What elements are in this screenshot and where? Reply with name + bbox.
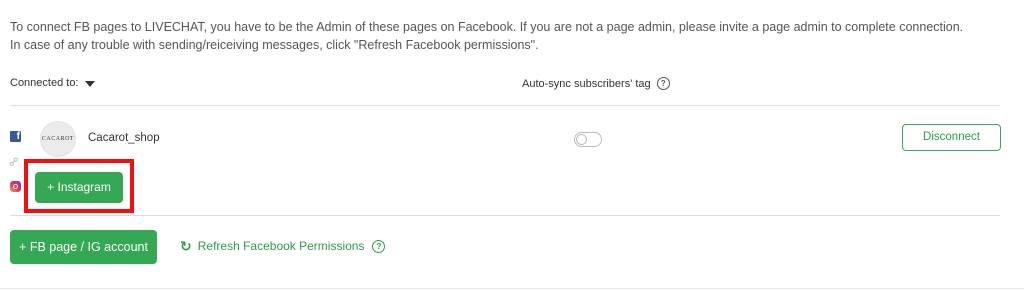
- caret-down-icon[interactable]: [84, 80, 95, 87]
- add-instagram-button[interactable]: + Instagram: [35, 172, 123, 203]
- instagram-icon: [10, 181, 21, 192]
- avatar: CACAROT: [40, 121, 76, 157]
- notice-line-1: To connect FB pages to LIVECHAT, you hav…: [10, 20, 964, 34]
- bottom-border: [0, 288, 1024, 289]
- footer-divider: [10, 215, 1000, 216]
- autosync-label: Auto-sync subscribers' tag: [522, 77, 651, 90]
- add-fb-page-ig-account-button[interactable]: + FB page / IG account: [10, 230, 157, 264]
- connected-to-label: Connected to:: [10, 77, 79, 89]
- header-divider: [10, 105, 1000, 106]
- toggle-knob: [576, 134, 587, 145]
- connection-notice: To connect FB pages to LIVECHAT, you hav…: [10, 18, 963, 54]
- facebook-icon: f: [10, 131, 21, 142]
- autosync-header: Auto-sync subscribers' tag ?: [522, 77, 670, 90]
- connected-to-header[interactable]: Connected to:: [10, 77, 95, 89]
- refresh-icon: ↻: [180, 238, 192, 254]
- disconnect-button[interactable]: Disconnect: [902, 124, 1001, 151]
- link-icon: ⚯: [5, 153, 23, 171]
- help-icon[interactable]: ?: [372, 239, 386, 253]
- page-name: Cacarot_shop: [88, 132, 160, 144]
- help-icon[interactable]: ?: [656, 77, 670, 90]
- refresh-label: Refresh Facebook Permissions: [197, 239, 365, 253]
- refresh-facebook-permissions-link[interactable]: ↻ Refresh Facebook Permissions ?: [180, 238, 386, 254]
- notice-line-2: In case of any trouble with sending/reic…: [10, 38, 539, 52]
- autosync-toggle[interactable]: [574, 132, 602, 147]
